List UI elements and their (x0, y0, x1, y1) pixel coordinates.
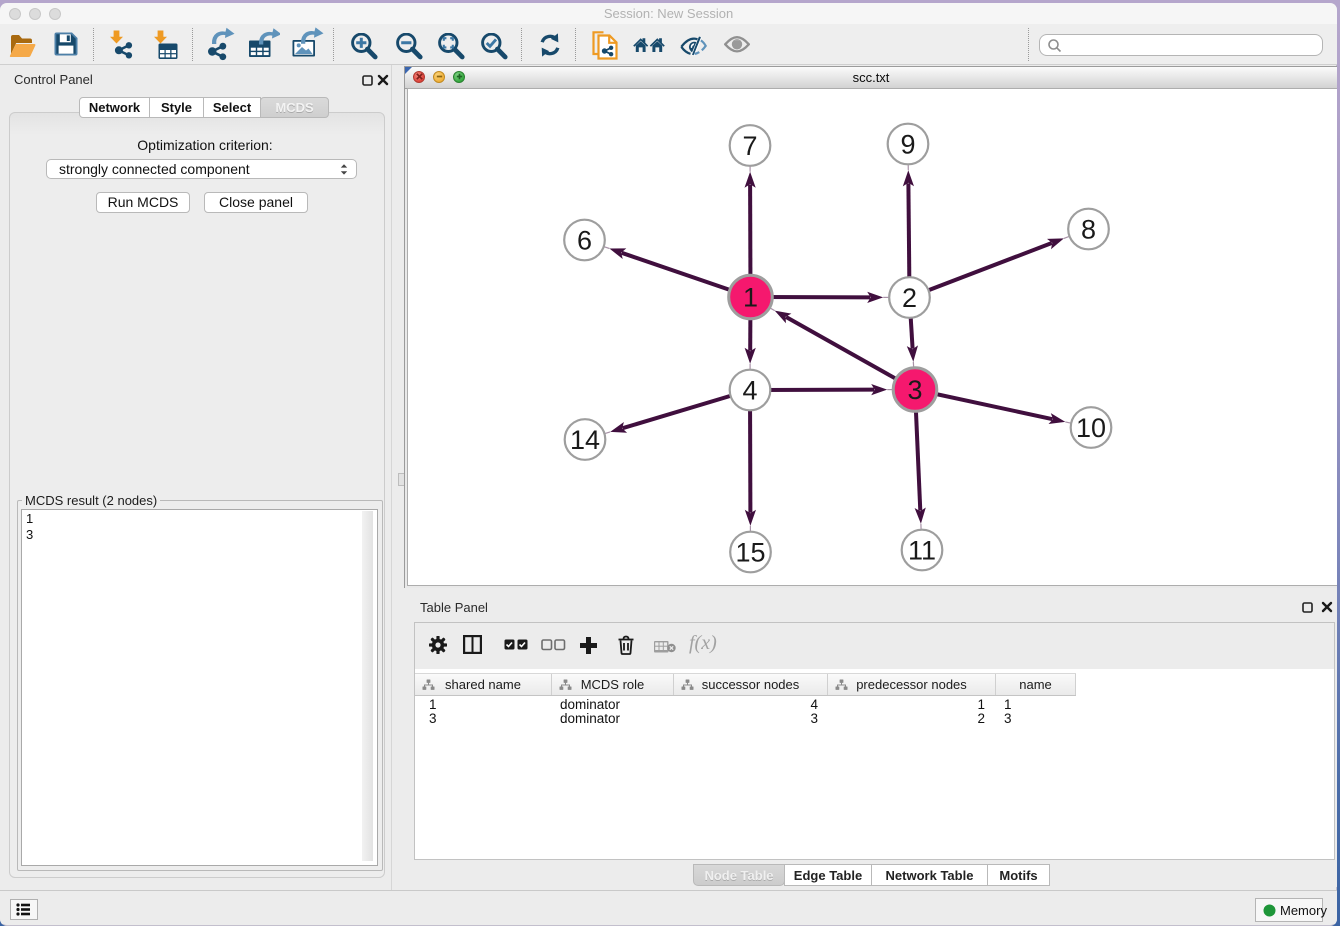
svg-text:11: 11 (908, 536, 936, 566)
svg-text:10: 10 (1076, 413, 1106, 443)
svg-text:6: 6 (577, 226, 592, 256)
svg-text:2: 2 (902, 283, 917, 313)
svg-text:4: 4 (742, 376, 757, 406)
svg-text:9: 9 (900, 130, 915, 160)
svg-text:14: 14 (570, 425, 600, 455)
svg-text:8: 8 (1081, 215, 1096, 245)
svg-text:15: 15 (735, 538, 765, 568)
svg-text:3: 3 (907, 375, 922, 405)
svg-text:1: 1 (743, 283, 758, 313)
svg-text:7: 7 (742, 131, 757, 161)
